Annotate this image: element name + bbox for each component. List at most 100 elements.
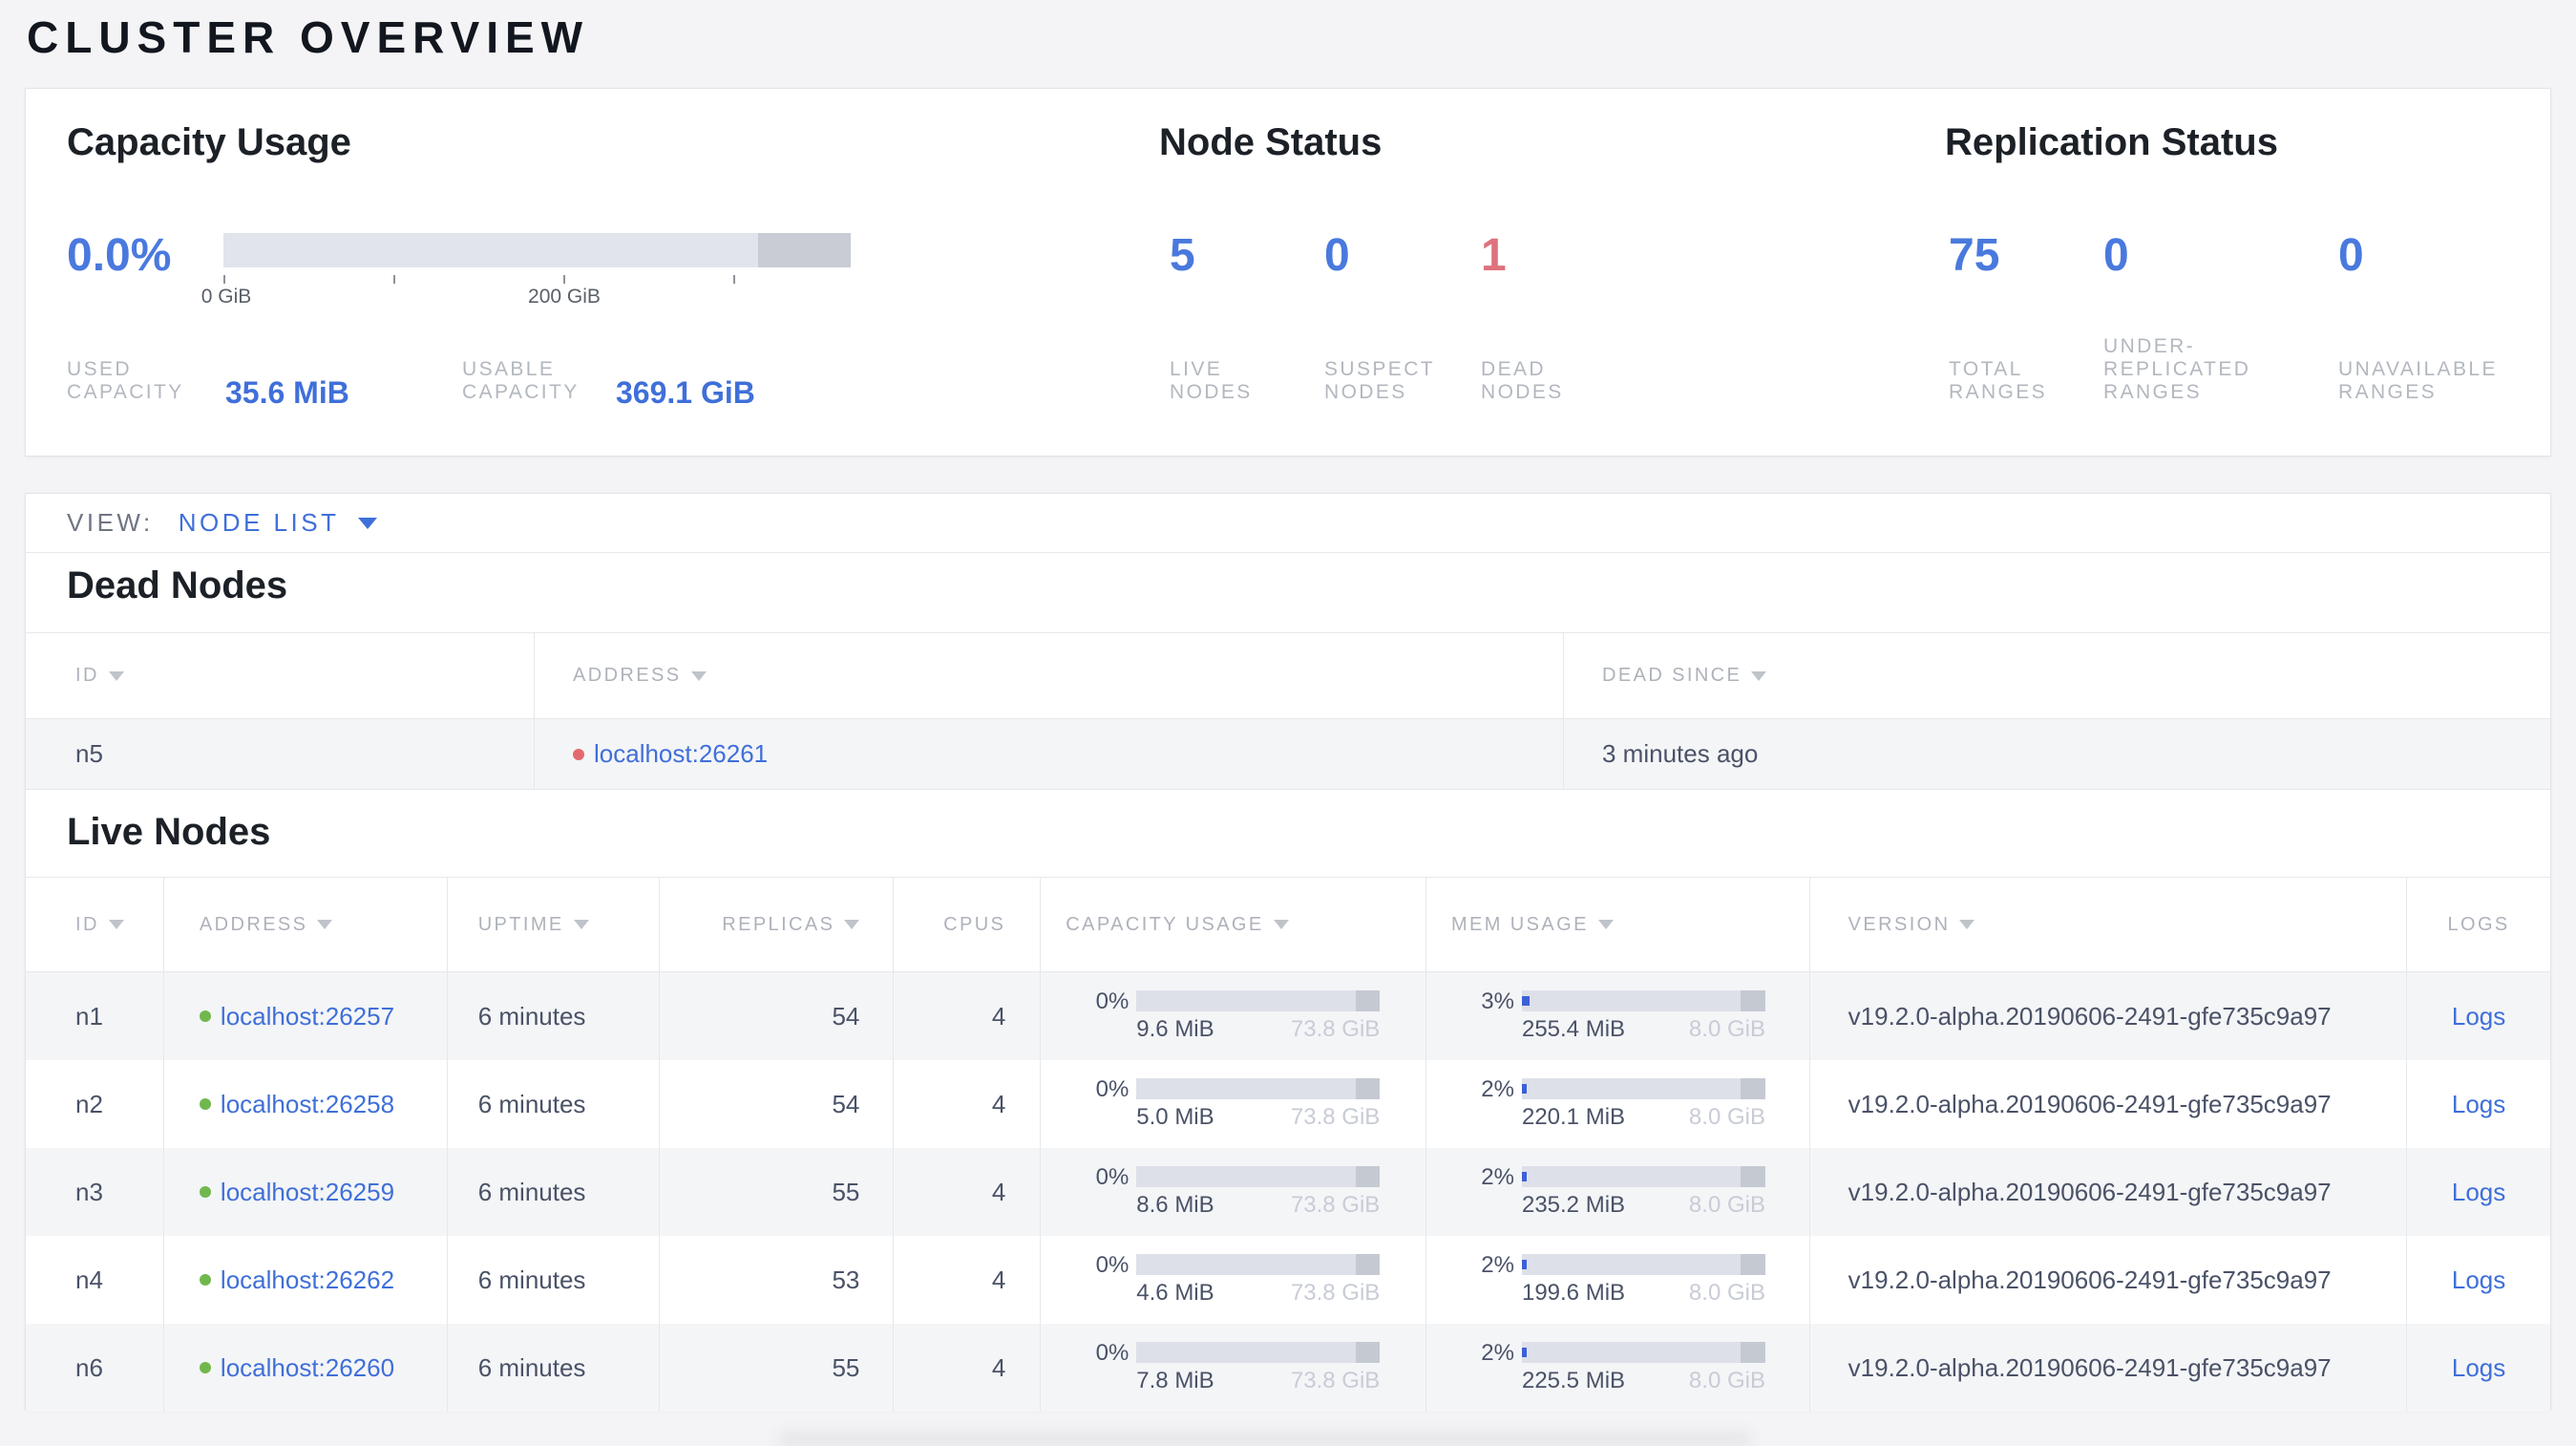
col-header-address[interactable]: ADDRESS: [162, 878, 447, 971]
sort-arrow-icon: [1751, 670, 1767, 681]
col-header-address[interactable]: ADDRESS: [534, 633, 1563, 718]
logs-link[interactable]: Logs: [2452, 1090, 2505, 1119]
under-replicated-count: 0: [2103, 230, 2129, 281]
logs-link[interactable]: Logs: [2452, 1265, 2505, 1295]
capacity-percent: 0%: [1095, 1076, 1130, 1102]
node-address-link[interactable]: localhost:26261: [594, 739, 768, 769]
used-capacity-value: 35.6 MiB: [225, 375, 349, 410]
uptime-value: 6 minutes: [477, 1089, 586, 1118]
capacity-used-value: 4.6 MiB: [1136, 1280, 1214, 1306]
node-address-link[interactable]: localhost:26257: [221, 1002, 394, 1031]
cpus-value: 4: [991, 1265, 1006, 1294]
node-address-link[interactable]: localhost:26259: [221, 1178, 394, 1207]
mem-percent: 2%: [1481, 1252, 1514, 1278]
axis-tick: [733, 275, 735, 284]
mem-bar: [1521, 1166, 1765, 1187]
mem-usage-cell: 2% 235.2 MiB 8.0 GiB: [1451, 1166, 1765, 1218]
col-header-logs: LOGS: [2406, 878, 2550, 971]
cpus-value: 4: [991, 1089, 1006, 1118]
version-value: v19.2.0-alpha.20190606-2491-gfe735c9a97: [1848, 1177, 2332, 1206]
uptime-value: 6 minutes: [477, 1177, 586, 1206]
mem-usage-cell: 2% 199.6 MiB 8.0 GiB: [1451, 1254, 1765, 1306]
dead-status-dot-icon: [573, 748, 584, 760]
col-header-dead-since[interactable]: DEAD SINCE: [1563, 633, 2550, 718]
mem-bar: [1521, 1254, 1765, 1275]
capacity-usage-cell: 0% 9.6 MiB 73.8 GiB: [1066, 990, 1381, 1042]
capacity-bar: [1136, 1078, 1381, 1099]
node-id: n1: [75, 1001, 103, 1031]
live-status-dot-icon: [199, 1274, 211, 1286]
replication-status-title: Replication Status: [1945, 121, 2278, 163]
chevron-down-icon: [358, 517, 378, 529]
capacity-used-value: 5.0 MiB: [1136, 1104, 1214, 1130]
sort-arrow-icon: [317, 920, 333, 929]
col-header-replicas[interactable]: REPLICAS: [658, 878, 894, 971]
live-nodes-table: ID ADDRESS UPTIME REPLICAS CPUS CAPACITY…: [26, 877, 2550, 1412]
view-label: VIEW:: [67, 508, 154, 537]
live-nodes-label: LIVE NODES: [1170, 358, 1253, 403]
mem-used-value: 220.1 MiB: [1521, 1104, 1626, 1130]
col-header-version[interactable]: VERSION: [1808, 878, 2407, 971]
mem-bar: [1521, 1078, 1765, 1099]
col-header-id[interactable]: ID: [26, 633, 534, 718]
capacity-bar-segment: [1355, 1342, 1381, 1363]
node-id: n2: [75, 1089, 103, 1118]
sort-arrow-icon: [573, 920, 589, 929]
version-value: v19.2.0-alpha.20190606-2491-gfe735c9a97: [1848, 1352, 2332, 1382]
capacity-total-value: 73.8 GiB: [1290, 1016, 1381, 1042]
dead-nodes-heading: Dead Nodes: [67, 564, 288, 606]
dead-nodes-label: DEAD NODES: [1481, 358, 1564, 403]
sort-arrow-icon: [1959, 920, 1975, 929]
live-nodes-header-row: ID ADDRESS UPTIME REPLICAS CPUS CAPACITY…: [26, 877, 2550, 972]
node-address-link[interactable]: localhost:26258: [221, 1090, 394, 1119]
dead-nodes-header-row: ID ADDRESS DEAD SINCE: [26, 632, 2550, 719]
mem-used-value: 199.6 MiB: [1521, 1280, 1626, 1306]
mem-bar-fill: [1521, 1348, 1528, 1357]
capacity-bar-segment: [1355, 1078, 1381, 1099]
capacity-total-value: 73.8 GiB: [1290, 1368, 1381, 1393]
logs-link[interactable]: Logs: [2452, 1178, 2505, 1207]
mem-bar-segment: [1741, 1166, 1765, 1187]
mem-bar-fill: [1521, 1084, 1528, 1094]
replicas-value: 53: [832, 1265, 860, 1294]
mem-bar-fill: [1521, 1172, 1528, 1181]
col-header-uptime[interactable]: UPTIME: [446, 878, 659, 971]
live-status-dot-icon: [199, 1098, 211, 1110]
capacity-usage-cell: 0% 4.6 MiB 73.8 GiB: [1066, 1254, 1381, 1306]
replicas-value: 54: [832, 1001, 860, 1031]
mem-total-value: 8.0 GiB: [1688, 1016, 1765, 1042]
mem-bar-segment: [1741, 1078, 1765, 1099]
mem-percent: 2%: [1481, 1076, 1514, 1102]
col-header-mem-usage[interactable]: MEM USAGE: [1425, 878, 1809, 971]
node-address-link[interactable]: localhost:26262: [221, 1265, 394, 1295]
uptime-value: 6 minutes: [477, 1352, 586, 1382]
cpus-value: 4: [991, 1352, 1006, 1382]
mem-used-value: 225.5 MiB: [1521, 1368, 1626, 1393]
capacity-bar-segment: [1355, 1254, 1381, 1275]
node-address-link[interactable]: localhost:26260: [221, 1353, 394, 1383]
capacity-used-value: 8.6 MiB: [1136, 1192, 1214, 1218]
version-value: v19.2.0-alpha.20190606-2491-gfe735c9a97: [1848, 1001, 2332, 1031]
mem-total-value: 8.0 GiB: [1688, 1280, 1765, 1306]
view-dropdown[interactable]: NODE LIST: [179, 508, 378, 538]
logs-link[interactable]: Logs: [2452, 1353, 2505, 1383]
capacity-bar-segment: [1355, 990, 1381, 1011]
replicas-value: 55: [832, 1352, 860, 1382]
mem-bar-segment: [1741, 990, 1765, 1011]
capacity-total-value: 73.8 GiB: [1290, 1280, 1381, 1306]
suspect-nodes-count: 0: [1324, 230, 1350, 281]
dead-nodes-count: 1: [1481, 230, 1507, 281]
capacity-percent: 0%: [1095, 1340, 1130, 1366]
col-header-id[interactable]: ID: [26, 878, 163, 971]
unavailable-ranges-count: 0: [2338, 230, 2364, 281]
sort-arrow-icon: [690, 670, 707, 681]
capacity-usage-cell: 0% 7.8 MiB 73.8 GiB: [1066, 1340, 1381, 1393]
mem-total-value: 8.0 GiB: [1688, 1368, 1765, 1393]
axis-tick: [393, 275, 395, 284]
view-bar: VIEW: NODE LIST: [26, 494, 2550, 553]
sort-arrow-icon: [1597, 920, 1614, 929]
live-status-dot-icon: [199, 1010, 211, 1022]
logs-link[interactable]: Logs: [2452, 1002, 2505, 1031]
col-header-capacity-usage[interactable]: CAPACITY USAGE: [1040, 878, 1425, 971]
replicas-value: 54: [832, 1089, 860, 1118]
